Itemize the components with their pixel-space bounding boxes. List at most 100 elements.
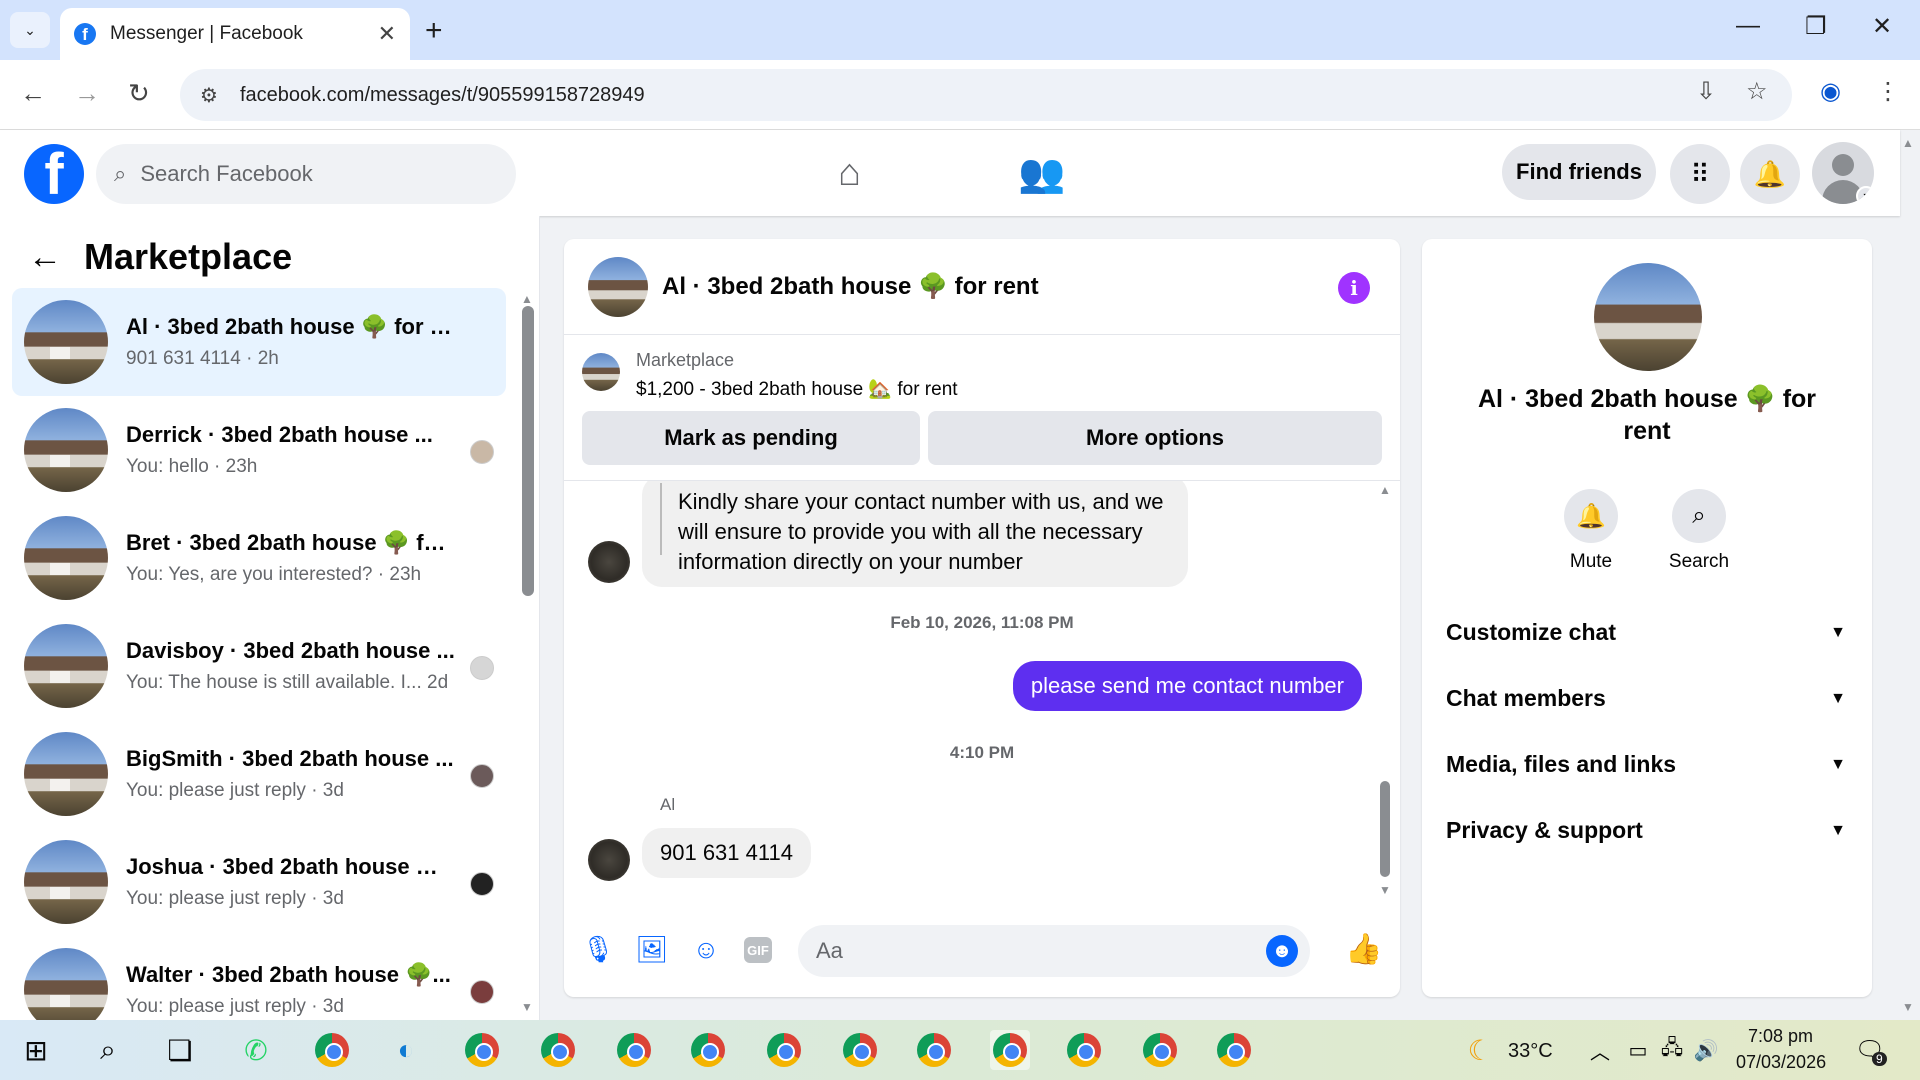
browser-tab[interactable]: f Messenger | Facebook ✕ [60, 8, 410, 60]
conversation-info-icon[interactable]: i [1338, 272, 1370, 304]
sticker-icon[interactable]: ☺ [690, 933, 722, 965]
menu-grid-icon[interactable]: ⠿ [1670, 144, 1730, 204]
chrome-icon[interactable] [1064, 1030, 1104, 1070]
chrome-icon[interactable] [1140, 1030, 1180, 1070]
reload-icon[interactable]: ↻ [128, 78, 150, 109]
profile-name: Al · 3bed 2bath house 🌳 for rent [1477, 385, 1817, 445]
search-icon[interactable]: ⌕ [88, 1030, 128, 1070]
mute-bell-icon[interactable]: 🔔 [1564, 489, 1618, 543]
clock-time[interactable]: 7:08 pm [1748, 1026, 1813, 1047]
chrome-icon[interactable] [614, 1030, 654, 1070]
conversation-name: Al · 3bed 2bath house 🌳 for rent [126, 314, 456, 339]
page-scroll-up-icon[interactable]: ▲ [1902, 136, 1914, 150]
conversation-item[interactable]: Walter · 3bed 2bath house 🌳... You: plea… [12, 936, 506, 1020]
conversation-list: Al · 3bed 2bath house 🌳 for rent 901 631… [12, 288, 506, 1020]
windows-start-icon[interactable]: ⊞ [16, 1030, 56, 1070]
window-close-icon[interactable]: ✕ [1872, 12, 1892, 41]
privacy-support-section[interactable]: Privacy & support ▼ [1446, 817, 1846, 844]
gif-icon[interactable]: GIF [744, 937, 772, 963]
find-friends-button[interactable]: Find friends [1502, 144, 1656, 200]
scroll-down-icon[interactable]: ▼ [521, 1000, 533, 1014]
weather-moon-icon[interactable]: ☾ [1460, 1030, 1500, 1070]
browser-menu-icon[interactable]: ⋮ [1876, 77, 1900, 106]
whatsapp-icon[interactable]: ✆ [236, 1030, 276, 1070]
address-bar[interactable]: ⚙ facebook.com/messages/t/90559915872894… [180, 69, 1792, 121]
sender-name: Al [660, 795, 676, 814]
new-tab-icon[interactable]: + [425, 14, 443, 48]
profile-avatar[interactable] [1594, 263, 1702, 371]
chrome-icon-active[interactable] [990, 1030, 1030, 1070]
chrome-icon[interactable] [462, 1030, 502, 1070]
profile-icon[interactable]: ◉ [1820, 77, 1841, 106]
conversation-info-panel: Al · 3bed 2bath house 🌳 for rent 🔔 Mute … [1422, 239, 1872, 997]
back-icon[interactable]: ← [20, 78, 46, 109]
facebook-search-input[interactable] [140, 161, 501, 187]
forward-icon[interactable]: → [74, 78, 100, 109]
scroll-up-icon[interactable]: ▲ [521, 292, 533, 306]
media-files-links-section[interactable]: Media, files and links ▼ [1446, 751, 1846, 778]
search-icon[interactable]: ⌕ [1672, 489, 1726, 543]
mark-as-pending-button[interactable]: Mark as pending [582, 411, 920, 465]
tab-close-icon[interactable]: ✕ [378, 21, 396, 47]
customize-chat-section[interactable]: Customize chat ▼ [1446, 619, 1846, 646]
chrome-icon[interactable] [538, 1030, 578, 1070]
friends-icon[interactable]: 👥 [1018, 152, 1065, 196]
chevron-down-icon: ▼ [1830, 689, 1846, 707]
chrome-icon[interactable] [764, 1030, 804, 1070]
more-options-button[interactable]: More options [928, 411, 1382, 465]
chat-title[interactable]: Al · 3bed 2bath house 🌳 for rent [662, 272, 1039, 301]
conversation-item[interactable]: Davisboy · 3bed 2bath house ... You: The… [12, 612, 506, 720]
weather-temp[interactable]: 33°C [1508, 1040, 1553, 1063]
sidebar-scrollbar[interactable] [522, 306, 534, 596]
back-arrow-icon[interactable]: ← [28, 238, 62, 277]
chat-avatar[interactable] [588, 256, 648, 317]
chrome-icon[interactable] [688, 1030, 728, 1070]
minimize-icon[interactable]: — [1736, 12, 1760, 40]
listing-price[interactable]: $1,200 - 3bed 2bath house 🏡 for rent [636, 377, 958, 401]
conversation-item[interactable]: Derrick · 3bed 2bath house ... You: hell… [12, 396, 506, 504]
search-label: Search [1668, 551, 1730, 572]
chrome-icon[interactable] [840, 1030, 880, 1070]
photo-icon[interactable]: 🖼 [636, 933, 669, 965]
conversation-name: BigSmith · 3bed 2bath house ... [126, 746, 454, 771]
listing-thumbnail[interactable] [582, 353, 620, 391]
browser-toolbar: ← → ↻ ⚙ facebook.com/messages/t/90559915… [0, 60, 1920, 130]
chrome-icon[interactable] [312, 1030, 352, 1070]
clock-date[interactable]: 07/03/2026 [1736, 1052, 1826, 1073]
site-settings-icon[interactable]: ⚙ [200, 83, 218, 108]
chat-scrollbar[interactable] [1380, 781, 1390, 877]
seen-avatar [470, 656, 494, 680]
home-icon[interactable]: ⌂ [838, 152, 861, 195]
install-app-icon[interactable]: ⇩ [1696, 77, 1716, 106]
conversation-item[interactable]: Al · 3bed 2bath house 🌳 for rent 901 631… [12, 288, 506, 396]
thumbs-up-icon[interactable]: 👍 [1345, 933, 1382, 966]
house-avatar [24, 300, 108, 384]
scroll-up-icon[interactable]: ▲ [1379, 483, 1391, 497]
facebook-logo-icon[interactable]: f [24, 144, 84, 204]
section-label: Chat members [1446, 685, 1606, 711]
emoji-icon[interactable]: ☻ [1266, 935, 1298, 967]
edge-icon[interactable]: ◐ [386, 1030, 426, 1070]
conversation-item[interactable]: Joshua · 3bed 2bath house 🌳... You: plea… [12, 828, 506, 936]
page-scroll-down-icon[interactable]: ▼ [1902, 1000, 1914, 1014]
house-avatar [24, 624, 108, 708]
message-input-box[interactable]: ☻ [798, 925, 1310, 977]
microphone-icon[interactable]: 🎙 [582, 933, 615, 965]
volume-icon[interactable]: 🔊 [1686, 1030, 1726, 1070]
facebook-search[interactable]: ⌕ [96, 144, 516, 204]
conversation-item[interactable]: BigSmith · 3bed 2bath house ... You: ple… [12, 720, 506, 828]
chat-members-section[interactable]: Chat members ▼ [1446, 685, 1846, 712]
chrome-icon[interactable] [1214, 1030, 1254, 1070]
task-view-icon[interactable]: ❏ [160, 1030, 200, 1070]
conversation-item[interactable]: Bret · 3bed 2bath house 🌳 for r... You: … [12, 504, 506, 612]
outgoing-message: please send me contact number [1012, 661, 1362, 711]
account-avatar[interactable]: ▾ [1812, 142, 1874, 204]
scroll-down-icon[interactable]: ▼ [1379, 883, 1391, 897]
bookmark-star-icon[interactable]: ☆ [1746, 77, 1768, 106]
restore-icon[interactable]: ❐ [1805, 12, 1827, 41]
chrome-icon[interactable] [914, 1030, 954, 1070]
tab-search-button[interactable]: ⌄ [10, 12, 50, 48]
message-input[interactable] [816, 938, 1256, 964]
hidden-icons-chevron-icon[interactable]: ︿ [1580, 1030, 1620, 1070]
notifications-bell-icon[interactable]: 🔔 [1740, 144, 1800, 204]
